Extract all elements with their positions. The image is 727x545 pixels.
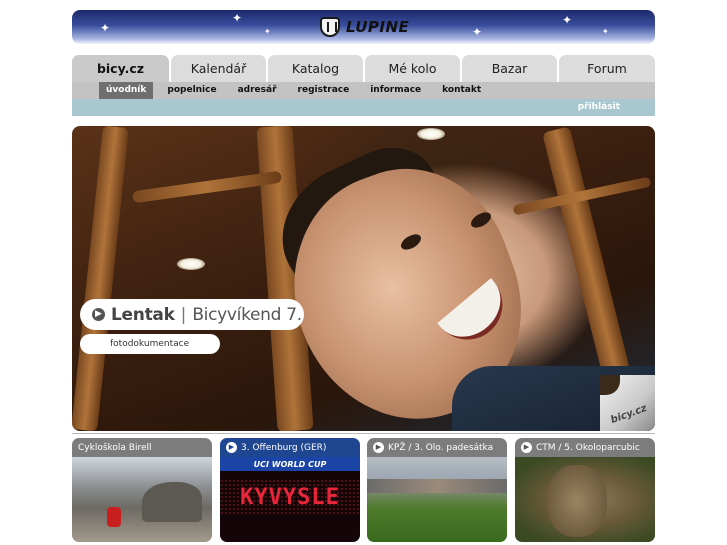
hero-photo-beam bbox=[72, 126, 129, 431]
thumb-header: ▶ KPŽ / 3. Olo. padesátka bbox=[367, 438, 507, 457]
rock-shape bbox=[142, 482, 202, 522]
brand-logo[interactable]: LUPINE bbox=[320, 16, 409, 38]
hero-subtitle: Bicyvíkend 7. bbox=[192, 304, 302, 325]
tab-kalendar[interactable]: Kalendář bbox=[171, 55, 266, 82]
subnav-item-registrace[interactable]: registrace bbox=[291, 82, 357, 99]
star-icon: ✦ bbox=[472, 25, 483, 39]
thumb-card[interactable]: ▶ KPŽ / 3. Olo. padesátka bbox=[367, 438, 507, 542]
shield-icon bbox=[320, 17, 340, 37]
hero-photo-lamp bbox=[177, 258, 205, 270]
tab-katalog[interactable]: Katalog bbox=[268, 55, 363, 82]
thumb-image bbox=[367, 457, 507, 542]
star-icon: ✦ bbox=[264, 27, 271, 36]
logo-text: LUPINE bbox=[346, 18, 410, 36]
arrow-right-icon: ▶ bbox=[373, 442, 384, 453]
star-icon: ✦ bbox=[232, 11, 243, 25]
arrow-right-icon: ▶ bbox=[92, 308, 105, 321]
article-thumbnails: Cykloškola Birell ▶ 3. Offenburg (GER) U… bbox=[72, 438, 655, 545]
thumb-image: UCI WORLD CUP KYVYSLE bbox=[220, 457, 360, 542]
hero-photo-beam bbox=[542, 126, 630, 376]
tab-bicy[interactable]: bicy.cz bbox=[72, 55, 169, 82]
divider bbox=[72, 433, 655, 434]
thumb-header: ▶ CTM / 5. Okoloparcubic bbox=[515, 438, 655, 457]
photo-documentation-link[interactable]: fotodokumentace bbox=[80, 334, 220, 354]
hero-feature[interactable]: ▶ Lentak | Bicyvíkend 7. fotodokumentace… bbox=[72, 126, 655, 431]
thumb-label: KPŽ / 3. Olo. padesátka bbox=[388, 442, 494, 453]
hero-separator: | bbox=[180, 304, 187, 325]
thumb-header: ▶ 3. Offenburg (GER) bbox=[220, 438, 360, 457]
thumb-card[interactable]: Cykloškola Birell bbox=[72, 438, 212, 542]
muddy-face-shape bbox=[547, 465, 607, 537]
page-curl-badge[interactable]: bicy.cz bbox=[600, 375, 655, 431]
subnav-item-kontakt[interactable]: kontakt bbox=[435, 82, 488, 99]
thumb-card[interactable]: ▶ 3. Offenburg (GER) UCI WORLD CUP KYVYS… bbox=[220, 438, 360, 542]
hero-title: Lentak bbox=[111, 304, 175, 325]
thumb-image bbox=[72, 457, 212, 542]
thumb-label: CTM / 5. Okoloparcubic bbox=[536, 442, 640, 453]
star-icon: ✦ bbox=[562, 13, 573, 27]
thumb-label: 3. Offenburg (GER) bbox=[241, 442, 327, 453]
subnav-item-popelnice[interactable]: popelnice bbox=[160, 82, 223, 99]
subnav-item-informace[interactable]: informace bbox=[363, 82, 428, 99]
arrow-right-icon: ▶ bbox=[521, 442, 532, 453]
hero-caption[interactable]: ▶ Lentak | Bicyvíkend 7. bbox=[80, 299, 304, 330]
crowd-shape bbox=[367, 479, 507, 493]
thumb-header: Cykloškola Birell bbox=[72, 438, 212, 457]
arrow-right-icon: ▶ bbox=[226, 442, 237, 453]
subnav-item-uvodnik[interactable]: úvodník bbox=[99, 82, 154, 99]
tab-me-kolo[interactable]: Mé kolo bbox=[365, 55, 460, 82]
led-board: KYVYSLE bbox=[220, 479, 360, 515]
thumb-card[interactable]: ▶ CTM / 5. Okoloparcubic bbox=[515, 438, 655, 542]
tab-bazar[interactable]: Bazar bbox=[462, 55, 557, 82]
login-bar: přihlásit bbox=[72, 99, 655, 116]
subnav-item-adresar[interactable]: adresář bbox=[231, 82, 284, 99]
star-icon: ✦ bbox=[100, 21, 111, 35]
star-icon: ✦ bbox=[602, 27, 609, 36]
thumb-label: Cykloškola Birell bbox=[78, 442, 152, 453]
header-banner: ✦ ✦ ✦ ✦ ✦ ✦ LUPINE bbox=[72, 10, 655, 44]
uci-banner: UCI WORLD CUP bbox=[220, 457, 360, 471]
tab-forum[interactable]: Forum bbox=[559, 55, 655, 82]
rider-shape bbox=[107, 507, 121, 527]
hero-photo-lamp bbox=[417, 128, 445, 140]
badge-text: bicy.cz bbox=[609, 402, 649, 427]
main-tabs: bicy.cz Kalendář Katalog Mé kolo Bazar F… bbox=[72, 55, 655, 82]
sub-navigation: úvodník popelnice adresář registrace inf… bbox=[72, 82, 655, 99]
login-link[interactable]: přihlásit bbox=[578, 102, 620, 112]
thumb-image bbox=[515, 457, 655, 542]
